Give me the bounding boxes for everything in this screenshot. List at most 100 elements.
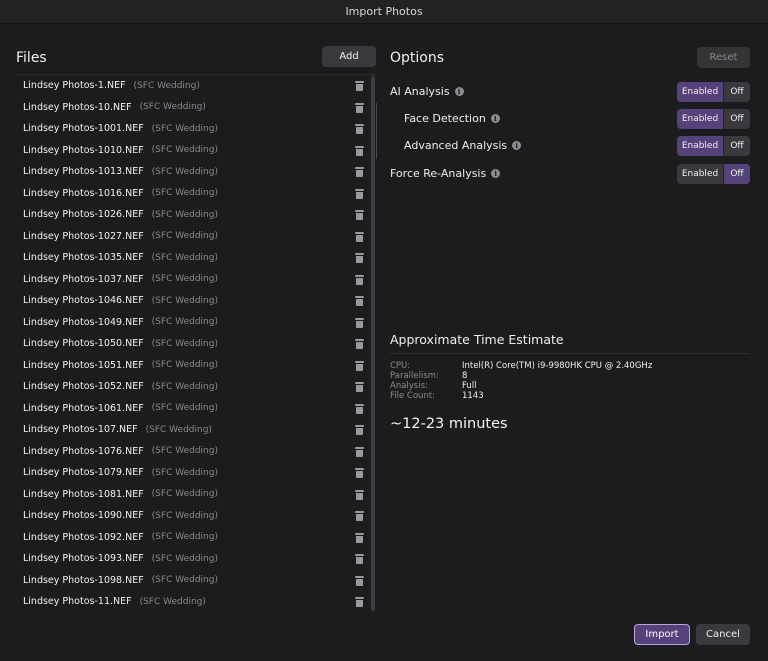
file-name: Lindsey Photos-1035.NEF [23, 252, 144, 264]
file-row[interactable]: Lindsey Photos-1010.NEF (SFC Wedding) [16, 140, 376, 162]
trash-icon[interactable] [355, 489, 364, 500]
file-collection-tag: (SFC Wedding) [151, 532, 218, 543]
cancel-button[interactable]: Cancel [696, 624, 750, 645]
option-tree-line [376, 103, 377, 159]
option-label: Advanced Analysis i [404, 139, 522, 152]
toggle-off-segment[interactable]: Off [723, 82, 750, 102]
toggle-enabled-segment[interactable]: Enabled [677, 136, 723, 156]
estimate-duration: ~12-23 minutes [390, 416, 508, 432]
file-name: Lindsey Photos-1016.NEF [23, 187, 144, 199]
file-row[interactable]: Lindsey Photos-1079.NEF (SFC Wedding) [16, 462, 376, 484]
toggle-off-segment[interactable]: Off [723, 109, 750, 129]
trash-icon[interactable] [355, 446, 364, 457]
trash-icon[interactable] [355, 231, 364, 242]
option-toggle[interactable]: Enabled Off [677, 164, 750, 184]
trash-icon[interactable] [355, 274, 364, 285]
file-list[interactable]: Lindsey Photos-1.NEF (SFC Wedding) Lindsey… [16, 74, 376, 614]
trash-icon[interactable] [355, 575, 364, 586]
stat-value: 1143 [462, 391, 484, 401]
file-row[interactable]: Lindsey Photos-1035.NEF (SFC Wedding) [16, 247, 376, 269]
file-row[interactable]: Lindsey Photos-1098.NEF (SFC Wedding) [16, 570, 376, 592]
trash-icon[interactable] [355, 403, 364, 414]
trash-icon[interactable] [355, 382, 364, 392]
stat-row: File Count: 1143 [390, 391, 652, 401]
trash-icon[interactable] [355, 360, 364, 371]
file-collection-tag: (SFC Wedding) [139, 102, 206, 113]
trash-icon[interactable] [355, 296, 364, 306]
file-collection-tag: (SFC Wedding) [151, 274, 218, 285]
trash-icon[interactable] [355, 317, 364, 328]
trash-icon[interactable] [355, 167, 364, 177]
file-name: Lindsey Photos-10.NEF [23, 101, 132, 113]
trash-icon[interactable] [355, 124, 364, 134]
info-icon[interactable]: i [512, 141, 522, 150]
trash-icon[interactable] [355, 81, 364, 91]
file-row[interactable]: Lindsey Photos-1013.NEF (SFC Wedding) [16, 161, 376, 183]
reset-button[interactable]: Reset [697, 47, 750, 68]
file-row[interactable]: Lindsey Photos-1037.NEF (SFC Wedding) [16, 269, 376, 291]
trash-icon[interactable] [355, 188, 364, 199]
file-collection-tag: (SFC Wedding) [151, 145, 218, 156]
estimate-divider [390, 353, 750, 354]
trash-icon[interactable] [355, 210, 364, 220]
file-row[interactable]: Lindsey Photos-1052.NEF (SFC Wedding) [16, 376, 376, 398]
file-name: Lindsey Photos-1037.NEF [23, 273, 144, 285]
file-row[interactable]: Lindsey Photos-1027.NEF (SFC Wedding) [16, 226, 376, 248]
option-toggle[interactable]: Enabled Off [677, 109, 750, 129]
file-name: Lindsey Photos-1010.NEF [23, 144, 144, 156]
file-row[interactable]: Lindsey Photos-1092.NEF (SFC Wedding) [16, 527, 376, 549]
trash-icon[interactable] [355, 145, 364, 156]
file-row[interactable]: Lindsey Photos-1093.NEF (SFC Wedding) [16, 548, 376, 570]
stat-row: Analysis: Full [390, 381, 652, 391]
file-row[interactable]: Lindsey Photos-1051.NEF (SFC Wedding) [16, 355, 376, 377]
trash-icon[interactable] [355, 532, 364, 543]
file-row[interactable]: Lindsey Photos-1016.NEF (SFC Wedding) [16, 183, 376, 205]
trash-icon[interactable] [355, 425, 364, 435]
import-button[interactable]: Import [634, 624, 690, 645]
file-name: Lindsey Photos-107.NEF [23, 424, 138, 436]
file-row[interactable]: Lindsey Photos-1050.NEF (SFC Wedding) [16, 333, 376, 355]
file-row[interactable]: Lindsey Photos-1.NEF (SFC Wedding) [16, 75, 376, 97]
stat-value: 8 [462, 371, 468, 381]
option-toggle[interactable]: Enabled Off [677, 82, 750, 102]
file-row[interactable]: Lindsey Photos-1046.NEF (SFC Wedding) [16, 290, 376, 312]
file-row[interactable]: Lindsey Photos-1026.NEF (SFC Wedding) [16, 204, 376, 226]
info-icon[interactable]: i [454, 87, 464, 96]
info-icon[interactable]: i [490, 114, 500, 123]
trash-icon[interactable] [355, 597, 364, 607]
toggle-enabled-segment[interactable]: Enabled [677, 82, 723, 102]
option-row: Face Detection i Enabled Off [390, 109, 750, 129]
option-toggle[interactable]: Enabled Off [677, 136, 750, 156]
file-collection-tag: (SFC Wedding) [151, 360, 218, 371]
file-name: Lindsey Photos-1.NEF [23, 80, 126, 92]
toggle-enabled-segment[interactable]: Enabled [677, 164, 723, 184]
file-row[interactable]: Lindsey Photos-1049.NEF (SFC Wedding) [16, 312, 376, 334]
trash-icon[interactable] [355, 339, 364, 349]
file-row[interactable]: Lindsey Photos-1081.NEF (SFC Wedding) [16, 484, 376, 506]
file-collection-tag: (SFC Wedding) [151, 489, 218, 500]
file-name: Lindsey Photos-1098.NEF [23, 574, 144, 586]
file-collection-tag: (SFC Wedding) [151, 123, 218, 134]
file-row[interactable]: Lindsey Photos-1090.NEF (SFC Wedding) [16, 505, 376, 527]
file-name: Lindsey Photos-11.NEF [23, 596, 132, 608]
trash-icon[interactable] [355, 468, 364, 478]
trash-icon[interactable] [355, 511, 364, 521]
file-name: Lindsey Photos-1090.NEF [23, 510, 144, 522]
file-row[interactable]: Lindsey Photos-1001.NEF (SFC Wedding) [16, 118, 376, 140]
info-icon[interactable]: i [491, 169, 501, 178]
file-row[interactable]: Lindsey Photos-11.NEF (SFC Wedding) [16, 591, 376, 613]
file-row[interactable]: Lindsey Photos-10.NEF (SFC Wedding) [16, 97, 376, 119]
toggle-off-segment[interactable]: Off [723, 136, 750, 156]
toggle-off-segment[interactable]: Off [723, 164, 750, 184]
trash-icon[interactable] [355, 554, 364, 564]
file-row[interactable]: Lindsey Photos-1061.NEF (SFC Wedding) [16, 398, 376, 420]
trash-icon[interactable] [355, 253, 364, 263]
file-list-scrollbar[interactable] [371, 76, 375, 611]
add-files-button[interactable]: Add [322, 46, 376, 67]
trash-icon[interactable] [355, 102, 364, 113]
file-row[interactable]: Lindsey Photos-107.NEF (SFC Wedding) [16, 419, 376, 441]
option-label: Force Re-Analysis i [390, 167, 501, 180]
file-name: Lindsey Photos-1026.NEF [23, 209, 144, 221]
toggle-enabled-segment[interactable]: Enabled [677, 109, 723, 129]
file-row[interactable]: Lindsey Photos-1076.NEF (SFC Wedding) [16, 441, 376, 463]
